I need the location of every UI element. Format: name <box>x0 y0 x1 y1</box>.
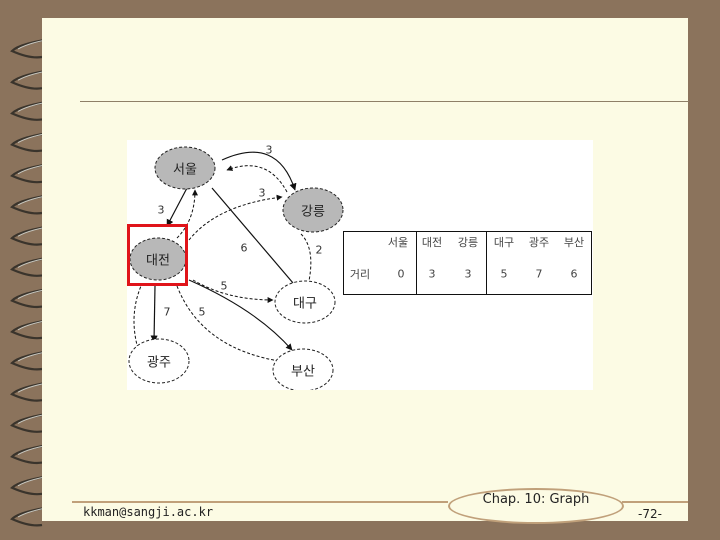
table-cell: 0 <box>397 267 405 281</box>
edge-daejeon-gangneung <box>188 194 283 241</box>
footer-rule-left <box>72 501 448 503</box>
table-header: 대전 <box>421 236 443 249</box>
node-label-daegu: 대구 <box>293 296 317 312</box>
edge-label-seoul-daejeon: 3 <box>157 203 165 217</box>
edge-label-seoul-gangneung: 3 <box>265 143 273 157</box>
table-cell: 3 <box>464 267 472 281</box>
node-label-gwangju: 광주 <box>147 355 171 371</box>
edge-label-gangneung-daegu: 2 <box>315 243 323 257</box>
distance-table: 서울 대전 강릉 대구 광주 부산 거리 0 3 3 5 7 6 <box>343 231 592 295</box>
edge-daejeon-gwangju <box>150 285 158 343</box>
edge-daejeon-daegu <box>192 279 274 303</box>
table-header: 강릉 <box>457 236 479 249</box>
table-cell: 3 <box>428 267 436 281</box>
table-header: 서울 <box>387 236 409 249</box>
table-header: 광주 <box>528 236 550 249</box>
node-label-seoul: 서울 <box>173 162 197 178</box>
edge-label-daejeon-gangneung: 3 <box>258 186 266 200</box>
edge-seoul-daejeon <box>166 187 188 227</box>
edge-seoul-gangneung <box>221 151 297 191</box>
table-cell: 6 <box>570 267 578 281</box>
title-divider <box>80 101 689 102</box>
current-node-highlight <box>127 224 188 286</box>
table-divider <box>486 232 487 294</box>
edge-label-daejeon-daegu: 5 <box>220 279 228 293</box>
edge-gangneung-seoul <box>226 165 288 193</box>
table-cell: 5 <box>500 267 508 281</box>
table-cell: 7 <box>535 267 543 281</box>
graph-figure: 서울 강릉 대전 대구 광주 부산 3 3 3 6 2 5 7 5 서울 대전 … <box>127 140 593 390</box>
table-divider <box>416 232 417 294</box>
edge-label-seoul-daegu: 6 <box>240 241 248 255</box>
node-label-busan: 부산 <box>291 364 315 380</box>
node-label-gangneung: 강릉 <box>301 204 325 220</box>
page-number: -72- <box>638 507 662 521</box>
edge-daejeon-busan <box>176 285 286 365</box>
author-email: kkman@sangji.ac.kr <box>83 505 214 519</box>
footer-rule-right <box>622 501 688 503</box>
table-header: 대구 <box>493 236 515 249</box>
edge-label-daejeon-gwangju: 7 <box>163 305 171 319</box>
table-header: 부산 <box>563 236 585 249</box>
table-row-label: 거리 <box>349 268 371 281</box>
chapter-label: Chap. 10: Graph <box>482 492 590 507</box>
edge-label-daejeon-busan: 5 <box>198 305 206 319</box>
